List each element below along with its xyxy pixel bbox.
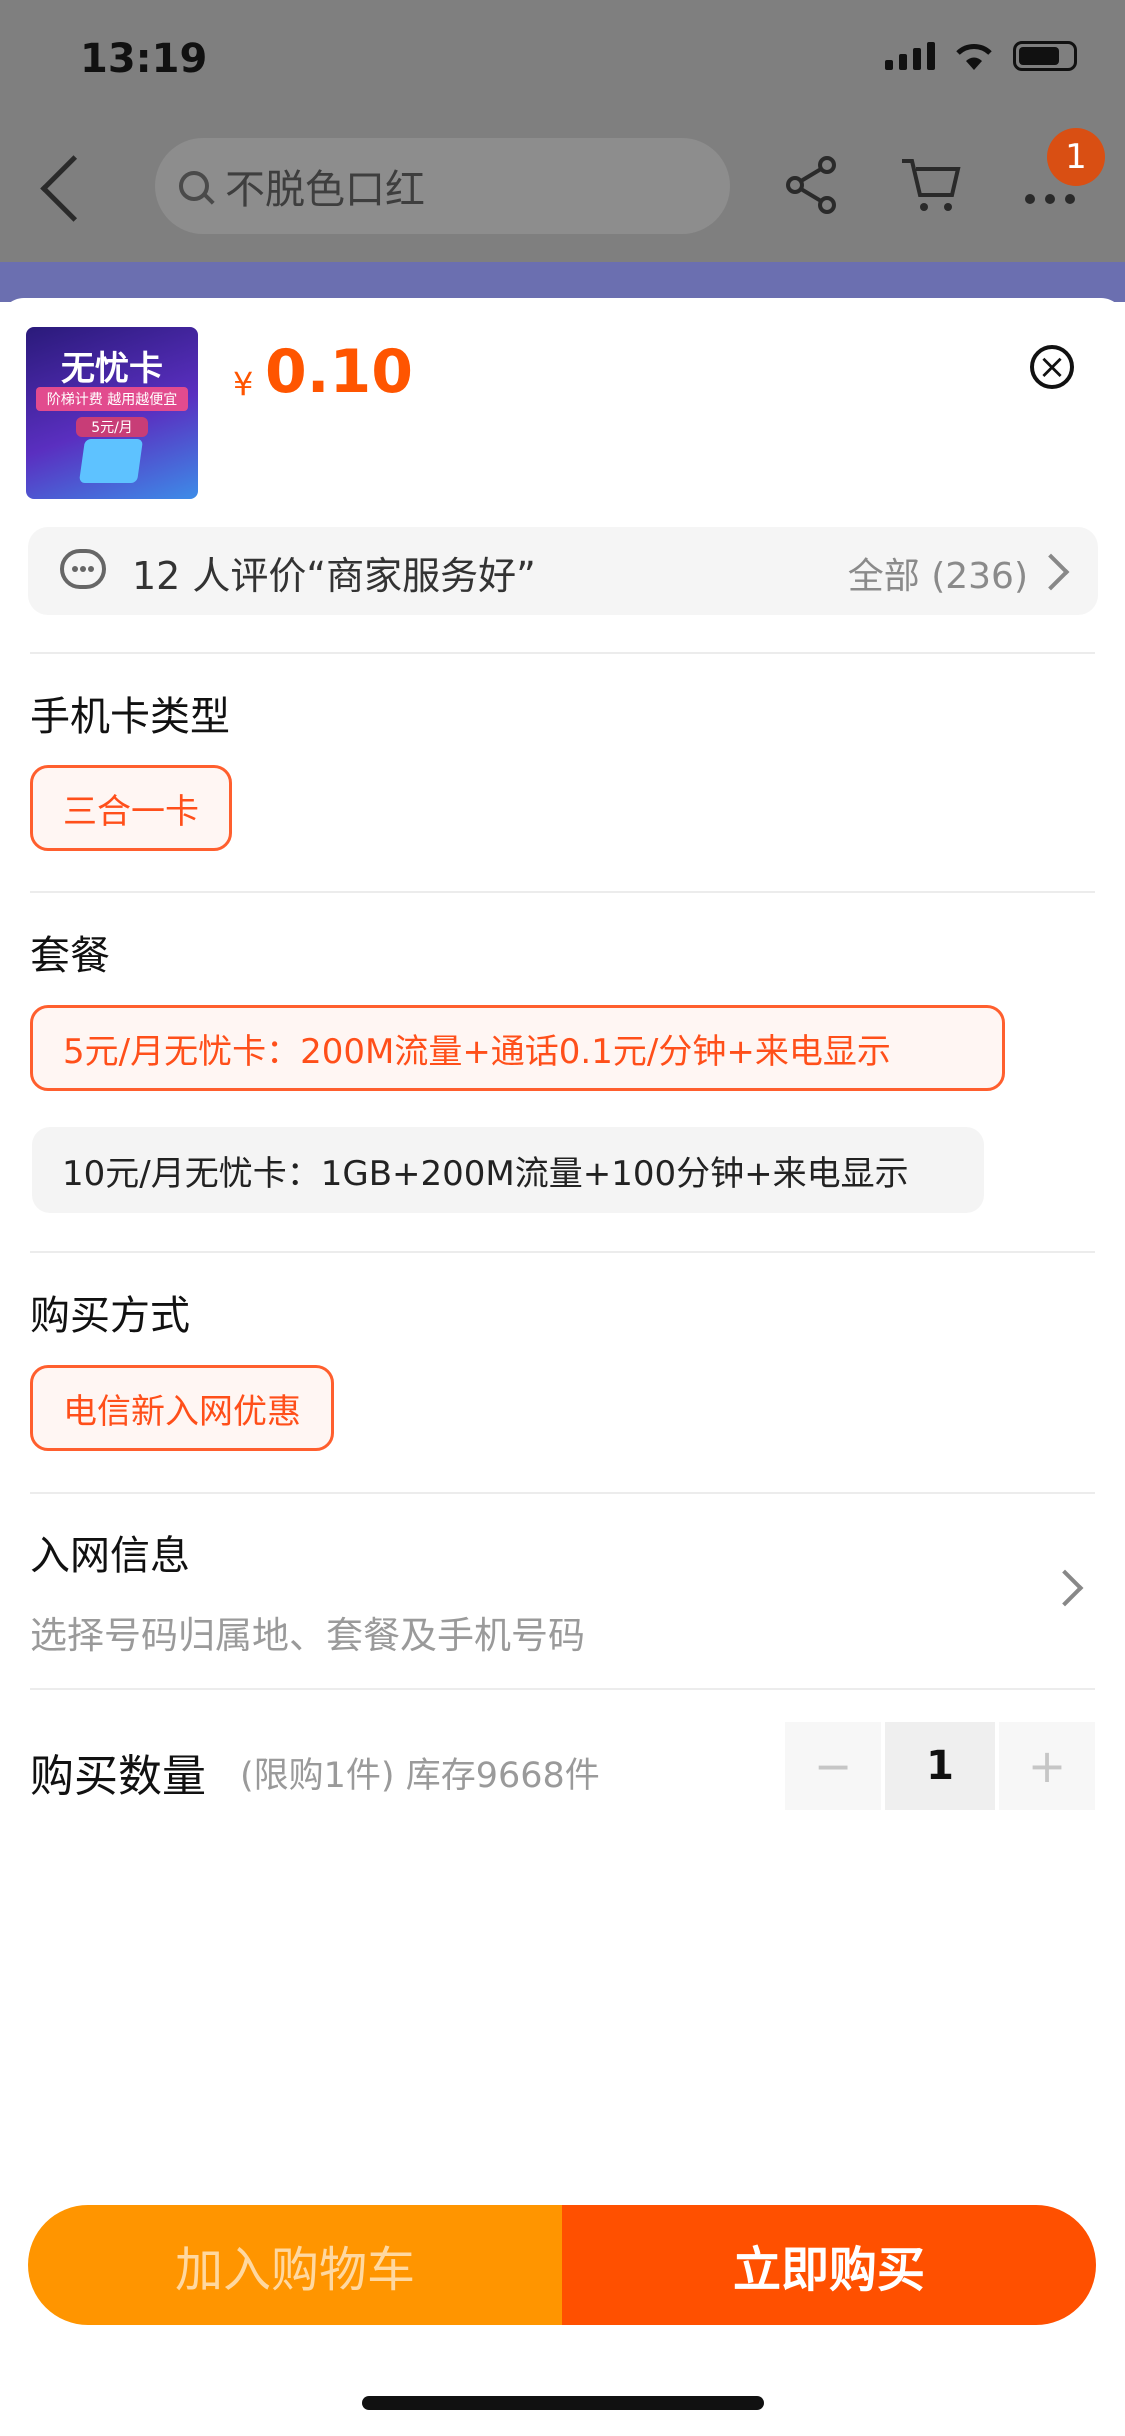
network-info-subtitle[interactable]: 选择号码归属地、套餐及手机号码 (30, 1605, 585, 1659)
battery-icon (1013, 41, 1077, 71)
option-plan-10yuan[interactable]: 10元/月无忧卡：1GB+200M流量+100分钟+来电显示 (32, 1127, 984, 1213)
decrement-button[interactable]: − (785, 1722, 881, 1810)
review-summary[interactable]: 12 人评价“商家服务好” 全部 (236) (28, 527, 1098, 615)
product-thumbnail: 无忧卡 阶梯计费 越用越便宜 5元/月 (26, 327, 198, 499)
banner-peek (0, 262, 1125, 302)
section-title-purchase-method: 购买方式 (30, 1293, 190, 1339)
status-time: 13:19 (80, 36, 208, 82)
option-purchase-method[interactable]: 电信新入网优惠 (30, 1365, 334, 1451)
section-title-card-type: 手机卡类型 (30, 694, 230, 740)
section-title-quantity: 购买数量 (30, 1751, 206, 1802)
search-placeholder: 不脱色口红 (225, 167, 425, 213)
cart-badge: 1 (1047, 128, 1105, 186)
wifi-icon (956, 44, 992, 70)
option-card-type[interactable]: 三合一卡 (30, 765, 232, 851)
section-title-network-info[interactable]: 入网信息 (30, 1523, 190, 1581)
buy-now-button[interactable]: 立即购买 (562, 2205, 1096, 2325)
review-text: 12 人评价“商家服务好” (132, 554, 536, 598)
price-currency: ¥ (233, 365, 254, 403)
divider (30, 891, 1095, 893)
add-to-cart-button[interactable]: 加入购物车 (28, 2205, 562, 2325)
section-title-plan: 套餐 (30, 933, 110, 979)
close-icon[interactable]: × (1030, 345, 1074, 389)
review-all-link[interactable]: 全部 (236) (848, 547, 1028, 599)
action-bar: 加入购物车 立即购买 (28, 2205, 1096, 2325)
chevron-right-icon (1032, 553, 1070, 591)
thumbnail-tag: 5元/月 (76, 417, 148, 437)
thumbnail-title: 无忧卡 (61, 349, 163, 389)
increment-button[interactable]: + (999, 1722, 1095, 1810)
status-icons (885, 40, 1077, 72)
chat-bubble-icon (60, 549, 106, 589)
cellular-signal-icon (885, 42, 935, 70)
search-icon (179, 171, 209, 201)
quantity-value[interactable]: 1 (885, 1722, 995, 1810)
price: 0.10 (265, 337, 414, 407)
quantity-limit-note: (限购1件) 库存9668件 (240, 1756, 600, 1796)
quantity-stepper: − 1 + (785, 1722, 1095, 1810)
divider (30, 1688, 1095, 1690)
search-bar[interactable]: 不脱色口红 (155, 138, 730, 234)
divider (30, 652, 1095, 654)
thumbnail-subtitle: 阶梯计费 越用越便宜 (36, 387, 188, 411)
share-icon[interactable] (783, 155, 839, 227)
cart-icon[interactable] (898, 155, 962, 227)
divider (30, 1492, 1095, 1494)
option-plan-5yuan[interactable]: 5元/月无忧卡：200M流量+通话0.1元/分钟+来电显示 (30, 1005, 1005, 1091)
home-indicator (362, 2396, 764, 2410)
sim-card-graphic (78, 439, 144, 483)
divider (30, 1251, 1095, 1253)
